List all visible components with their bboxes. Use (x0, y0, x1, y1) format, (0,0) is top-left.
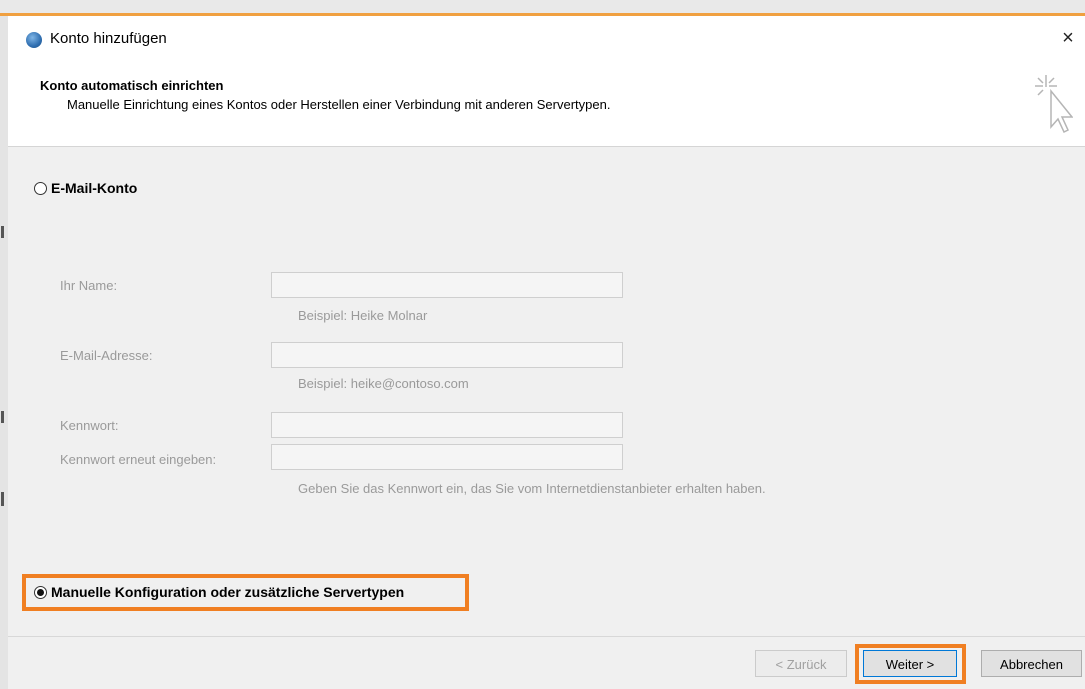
email-input[interactable] (271, 342, 623, 368)
name-label: Ihr Name: (60, 278, 118, 293)
edge-mark (1, 492, 4, 506)
password-repeat-label: Kennwort erneut eingeben: (60, 452, 217, 467)
edge-mark (1, 411, 4, 423)
next-button[interactable]: Weiter > (863, 650, 957, 677)
edge-mark (1, 226, 4, 238)
back-button[interactable]: < Zurück (755, 650, 847, 677)
add-account-dialog: Konto hinzufügen × Konto automatisch ein… (8, 16, 1085, 689)
background-window-edge (0, 16, 8, 689)
title-bar: Konto hinzufügen × (8, 16, 1085, 61)
password-repeat-input[interactable] (271, 444, 623, 470)
password-hint: Geben Sie das Kennwort ein, das Sie vom … (298, 481, 766, 496)
close-icon[interactable]: × (1057, 27, 1079, 49)
background-window-strip (0, 0, 1085, 16)
name-hint: Beispiel: Heike Molnar (298, 308, 428, 323)
radio-button-unchecked[interactable] (34, 181, 47, 195)
email-hint: Beispiel: heike@contoso.com (298, 376, 469, 391)
manual-config-radio[interactable]: Manuelle Konfiguration oder zusätzliche … (34, 584, 404, 600)
password-input[interactable] (271, 412, 623, 438)
window-title: Konto hinzufügen (50, 30, 167, 47)
name-input[interactable] (271, 272, 623, 298)
email-account-radio[interactable]: E-Mail-Konto (34, 180, 137, 196)
globe-icon (26, 32, 42, 48)
email-label: E-Mail-Adresse: (60, 348, 153, 363)
wizard-header: Konto automatisch einrichten Manuelle Ei… (8, 61, 1085, 147)
cancel-button[interactable]: Abbrechen (981, 650, 1082, 677)
wizard-cursor-icon (1035, 75, 1073, 134)
manual-config-label: Manuelle Konfiguration oder zusätzliche … (51, 584, 405, 600)
email-account-label: E-Mail-Konto (51, 180, 138, 196)
password-label: Kennwort: (60, 418, 119, 433)
header-title: Konto automatisch einrichten (40, 78, 224, 93)
radio-button-checked[interactable] (34, 585, 47, 599)
header-subtitle: Manuelle Einrichtung eines Kontos oder H… (67, 97, 611, 112)
footer-separator (8, 636, 1085, 637)
